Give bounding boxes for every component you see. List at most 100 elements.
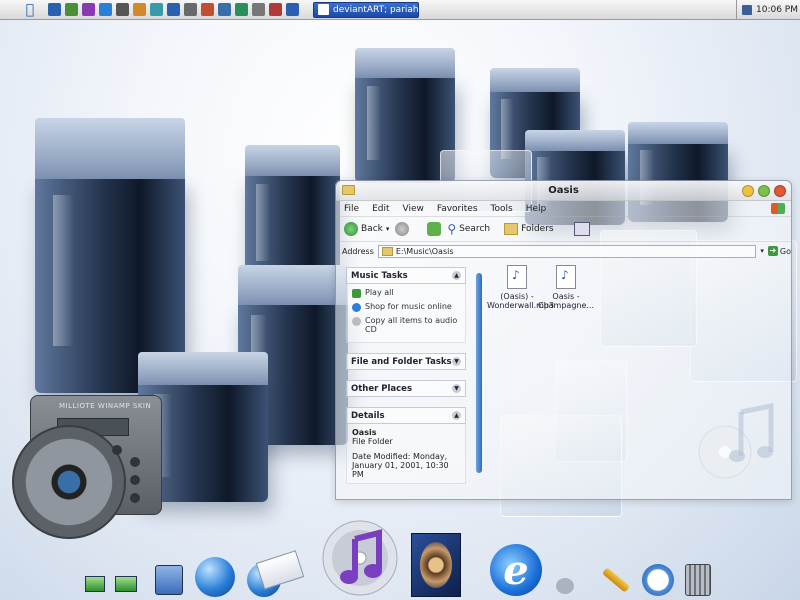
player-button[interactable]	[130, 457, 140, 467]
quick-launch-app-icon[interactable]	[133, 3, 146, 16]
other-places-header[interactable]: Other Places ▼	[346, 380, 466, 397]
browser-icon	[318, 4, 329, 15]
cd-icon	[352, 317, 361, 326]
menu-help[interactable]: Help	[526, 204, 547, 214]
menu-view[interactable]: View	[403, 204, 424, 214]
quick-launch-app-icon[interactable]	[218, 3, 231, 16]
folder-icon	[342, 185, 355, 195]
globe-icon	[352, 303, 361, 312]
recycle-icon[interactable]	[552, 574, 578, 598]
file-folder-tasks-panel: File and Folder Tasks ▼	[346, 353, 466, 370]
details-header[interactable]: Details ▲	[346, 407, 466, 424]
details-type: File Folder	[352, 437, 393, 446]
folders-label: Folders	[521, 224, 554, 234]
player-label: MILLIOTE WINAMP SKIN	[59, 402, 152, 410]
back-arrow-icon	[344, 222, 358, 236]
clock-icon[interactable]	[640, 562, 676, 598]
internet-explorer-icon[interactable]: e	[488, 542, 544, 598]
views-icon[interactable]	[573, 222, 590, 236]
other-places-panel: Other Places ▼	[346, 380, 466, 397]
menu-edit[interactable]: Edit	[372, 204, 389, 214]
expand-icon[interactable]: ▼	[452, 357, 461, 366]
globe-icon[interactable]	[194, 556, 236, 598]
other-places-title: Other Places	[351, 383, 412, 394]
menu-tools[interactable]: Tools	[491, 204, 513, 214]
search-button[interactable]: ⚲ Search	[447, 222, 490, 236]
address-label: Address	[342, 246, 374, 256]
collapse-icon[interactable]: ▲	[452, 271, 461, 280]
file-folder-tasks-header[interactable]: File and Folder Tasks ▼	[346, 353, 466, 370]
trash-icon[interactable]	[682, 562, 714, 598]
maximize-button[interactable]	[758, 185, 770, 197]
scroll-thumb[interactable]	[476, 273, 482, 473]
menu-bar: File Edit View Favorites Tools Help	[336, 201, 791, 216]
play-icon	[352, 289, 361, 298]
top-taskbar:  deviantART; pariahde... 10:06 PM	[0, 0, 800, 20]
mail-icon[interactable]	[255, 542, 305, 598]
address-value: E:\Music\Oasis	[395, 246, 454, 256]
network-icon[interactable]	[82, 570, 108, 598]
address-field[interactable]: E:\Music\Oasis	[377, 244, 757, 258]
quick-launch-app-icon[interactable]	[116, 3, 129, 16]
folder-icon[interactable]	[152, 562, 186, 598]
task-shop-music[interactable]: Shop for music online	[352, 302, 460, 312]
window-title: Oasis	[548, 185, 579, 196]
quick-launch-app-icon[interactable]	[286, 3, 299, 16]
task-label: Copy all items to audio CD	[365, 316, 458, 334]
menu-favorites[interactable]: Favorites	[437, 204, 478, 214]
task-label: Shop for music online	[365, 302, 452, 311]
forward-arrow-icon[interactable]	[395, 222, 410, 236]
file-folder-tasks-title: File and Folder Tasks	[351, 356, 452, 367]
minimize-button[interactable]	[742, 185, 754, 197]
task-copy-to-cd[interactable]: Copy all items to audio CD	[352, 316, 460, 334]
player-button[interactable]	[130, 475, 140, 485]
taskbar-button-deviantart[interactable]: deviantART; pariahde...	[313, 1, 419, 18]
task-play-all[interactable]: Play all	[352, 288, 460, 298]
window-content: Music Tasks ▲ Play all Shop for music on…	[336, 259, 791, 499]
tools-icon[interactable]	[598, 562, 634, 598]
photoshop-icon[interactable]	[410, 532, 462, 598]
folders-icon	[504, 223, 519, 235]
player-button[interactable]	[112, 445, 122, 455]
close-button[interactable]	[774, 185, 786, 197]
player-button[interactable]	[130, 493, 140, 503]
scrollbar[interactable]	[474, 263, 484, 493]
go-button[interactable]: ➜ Go	[767, 246, 791, 256]
quick-launch-app-icon[interactable]	[99, 3, 112, 16]
itunes-icon[interactable]	[320, 518, 400, 598]
quick-launch-app-icon[interactable]	[184, 3, 197, 16]
quick-launch-app-icon[interactable]	[235, 3, 248, 16]
details-modified: Date Modified: Monday, January 01, 2001,…	[352, 452, 449, 479]
address-dropdown-icon[interactable]: ▾	[760, 247, 764, 255]
quick-launch-app-icon[interactable]	[252, 3, 265, 16]
quick-launch-app-icon[interactable]	[201, 3, 214, 16]
quick-launch-app-icon[interactable]	[150, 3, 163, 16]
file-item[interactable]: Oasis - Champagne...	[536, 265, 596, 310]
dropdown-arrow-icon[interactable]: ▾	[386, 225, 390, 233]
windows-logo-icon	[771, 203, 785, 214]
window-titlebar[interactable]: Oasis	[336, 181, 791, 201]
mp3-file-icon	[507, 265, 527, 289]
taskbar-button-label: deviantART; pariahde...	[333, 4, 419, 15]
network-icon[interactable]	[112, 570, 140, 598]
quick-launch-app-icon[interactable]	[167, 3, 180, 16]
dock: e	[80, 520, 720, 600]
task-label: Play all	[365, 288, 394, 297]
music-tasks-header[interactable]: Music Tasks ▲	[346, 267, 466, 284]
folder-icon	[381, 246, 393, 256]
quick-launch-app-icon[interactable]	[65, 3, 78, 16]
network-tray-icon[interactable]	[742, 4, 752, 15]
details-panel: Details ▲ Oasis File Folder Date Modifie…	[346, 407, 466, 484]
quick-launch-app-icon[interactable]	[48, 3, 61, 16]
collapse-icon[interactable]: ▲	[452, 411, 461, 420]
folders-button[interactable]: Folders	[504, 223, 554, 235]
back-button[interactable]: Back ▾	[344, 222, 389, 236]
quick-launch-app-icon[interactable]	[269, 3, 282, 16]
up-folder-icon[interactable]	[427, 222, 442, 236]
quick-launch-app-icon[interactable]	[82, 3, 95, 16]
expand-icon[interactable]: ▼	[452, 384, 461, 393]
apple-menu-icon[interactable]: 	[22, 2, 38, 18]
explorer-window: Oasis File Edit View Favorites Tools Hel…	[335, 180, 792, 500]
menu-file[interactable]: File	[344, 204, 359, 214]
file-name: Oasis - Champagne...	[537, 292, 595, 310]
